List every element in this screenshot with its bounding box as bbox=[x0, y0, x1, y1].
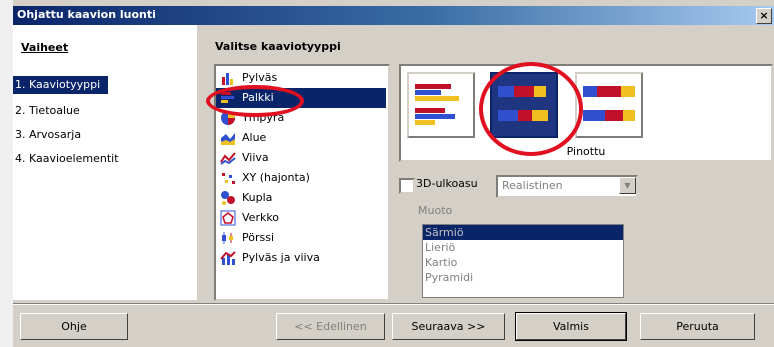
variant-label: Pinottu bbox=[566, 145, 606, 158]
shape-item-cylinder[interactable]: Lieriö bbox=[423, 240, 623, 255]
variant-stacked-thumbnail[interactable] bbox=[490, 72, 558, 138]
left-edge-strip bbox=[0, 0, 14, 347]
line-chart-icon bbox=[220, 152, 236, 165]
3d-look-label[interactable]: 3D-ulkoasu bbox=[416, 177, 478, 190]
chart-type-label: Ympyrä bbox=[242, 111, 285, 124]
3d-scheme-value: Realistinen bbox=[502, 179, 563, 192]
chart-variant-panel: Pinottu bbox=[399, 64, 773, 162]
bar-stacked-icon bbox=[498, 86, 548, 121]
chart-type-list[interactable]: Pylväs Palkki Ympyrä Alue Viiva XY (hajo… bbox=[214, 64, 390, 301]
pie-chart-icon bbox=[221, 111, 235, 125]
area-chart-icon bbox=[221, 133, 235, 145]
shape-item-cone[interactable]: Kartio bbox=[423, 255, 623, 270]
shape-item-box[interactable]: Särmiö bbox=[423, 225, 623, 240]
button-separator bbox=[13, 303, 774, 305]
shape-item-pyramid[interactable]: Pyramidi bbox=[423, 270, 623, 285]
next-button[interactable]: Seuraava >> bbox=[392, 313, 505, 340]
chart-type-net[interactable]: Verkko bbox=[216, 208, 386, 228]
bar-chart-icon bbox=[221, 92, 234, 103]
chart-type-label: XY (hajonta) bbox=[242, 171, 310, 184]
back-button[interactable]: << Edellinen bbox=[276, 313, 385, 340]
chart-type-line[interactable]: Viiva bbox=[216, 148, 386, 168]
3d-look-checkbox[interactable] bbox=[399, 178, 415, 194]
help-button[interactable]: Ohje bbox=[20, 313, 128, 340]
3d-scheme-combobox[interactable]: Realistinen ▼ bbox=[496, 175, 638, 198]
steps-panel: Vaiheet 1. Kaaviotyyppi 2. Tietoalue 3. … bbox=[13, 25, 197, 300]
step-chart-elements[interactable]: 4. Kaavioelementit bbox=[13, 150, 119, 168]
chart-type-pie[interactable]: Ympyrä bbox=[216, 108, 386, 128]
shape-list[interactable]: Särmiö Lieriö Kartio Pyramidi bbox=[422, 224, 624, 298]
scatter-chart-icon bbox=[222, 173, 235, 184]
chart-type-stock[interactable]: Pörssi bbox=[216, 228, 386, 248]
chart-type-column-and-line[interactable]: Pylväs ja viiva bbox=[216, 248, 386, 268]
chart-type-label: Viiva bbox=[242, 151, 269, 164]
finish-button[interactable]: Valmis bbox=[515, 312, 627, 341]
title-bar[interactable]: Ohjattu kaavion luonti × bbox=[13, 6, 774, 25]
chart-wizard-dialog: Ohjattu kaavion luonti × Vaiheet 1. Kaav… bbox=[13, 0, 774, 347]
chart-type-area[interactable]: Alue bbox=[216, 128, 386, 148]
column-line-chart-icon bbox=[220, 251, 236, 265]
step-chart-type[interactable]: 1. Kaaviotyyppi bbox=[13, 76, 108, 94]
chevron-down-icon[interactable]: ▼ bbox=[619, 177, 636, 194]
chart-type-label: Kupla bbox=[242, 191, 273, 204]
chart-type-label: Verkko bbox=[242, 211, 280, 224]
chart-type-column[interactable]: Pylväs bbox=[216, 68, 386, 88]
column-chart-icon bbox=[222, 73, 233, 85]
chart-type-label: Pylväs ja viiva bbox=[242, 251, 320, 264]
chart-type-label: Palkki bbox=[242, 91, 274, 104]
cancel-button[interactable]: Peruuta bbox=[640, 313, 755, 340]
chart-type-bubble[interactable]: Kupla bbox=[216, 188, 386, 208]
steps-title: Vaiheet bbox=[21, 41, 69, 54]
bubble-chart-icon bbox=[221, 191, 235, 205]
chart-type-xy-scatter[interactable]: XY (hajonta) bbox=[216, 168, 386, 188]
bar-percent-stacked-icon bbox=[583, 86, 635, 121]
window-title: Ohjattu kaavion luonti bbox=[17, 8, 156, 21]
content-title: Valitse kaaviotyyppi bbox=[215, 40, 341, 53]
chart-type-label: Alue bbox=[242, 131, 267, 144]
bar-normal-icon bbox=[415, 84, 459, 125]
variant-normal-thumbnail[interactable] bbox=[407, 72, 475, 138]
stock-chart-icon bbox=[222, 232, 233, 244]
chart-type-label: Pörssi bbox=[242, 231, 275, 244]
step-data-range[interactable]: 2. Tietoalue bbox=[13, 102, 80, 120]
chart-type-label: Pylväs bbox=[242, 71, 278, 84]
close-button[interactable]: × bbox=[756, 8, 772, 24]
chart-type-bar[interactable]: Palkki bbox=[216, 88, 386, 108]
shape-label: Muoto bbox=[418, 204, 453, 217]
variant-percent-stacked-thumbnail[interactable] bbox=[575, 72, 643, 138]
net-chart-icon bbox=[220, 210, 236, 226]
step-data-series[interactable]: 3. Arvosarja bbox=[13, 126, 81, 144]
